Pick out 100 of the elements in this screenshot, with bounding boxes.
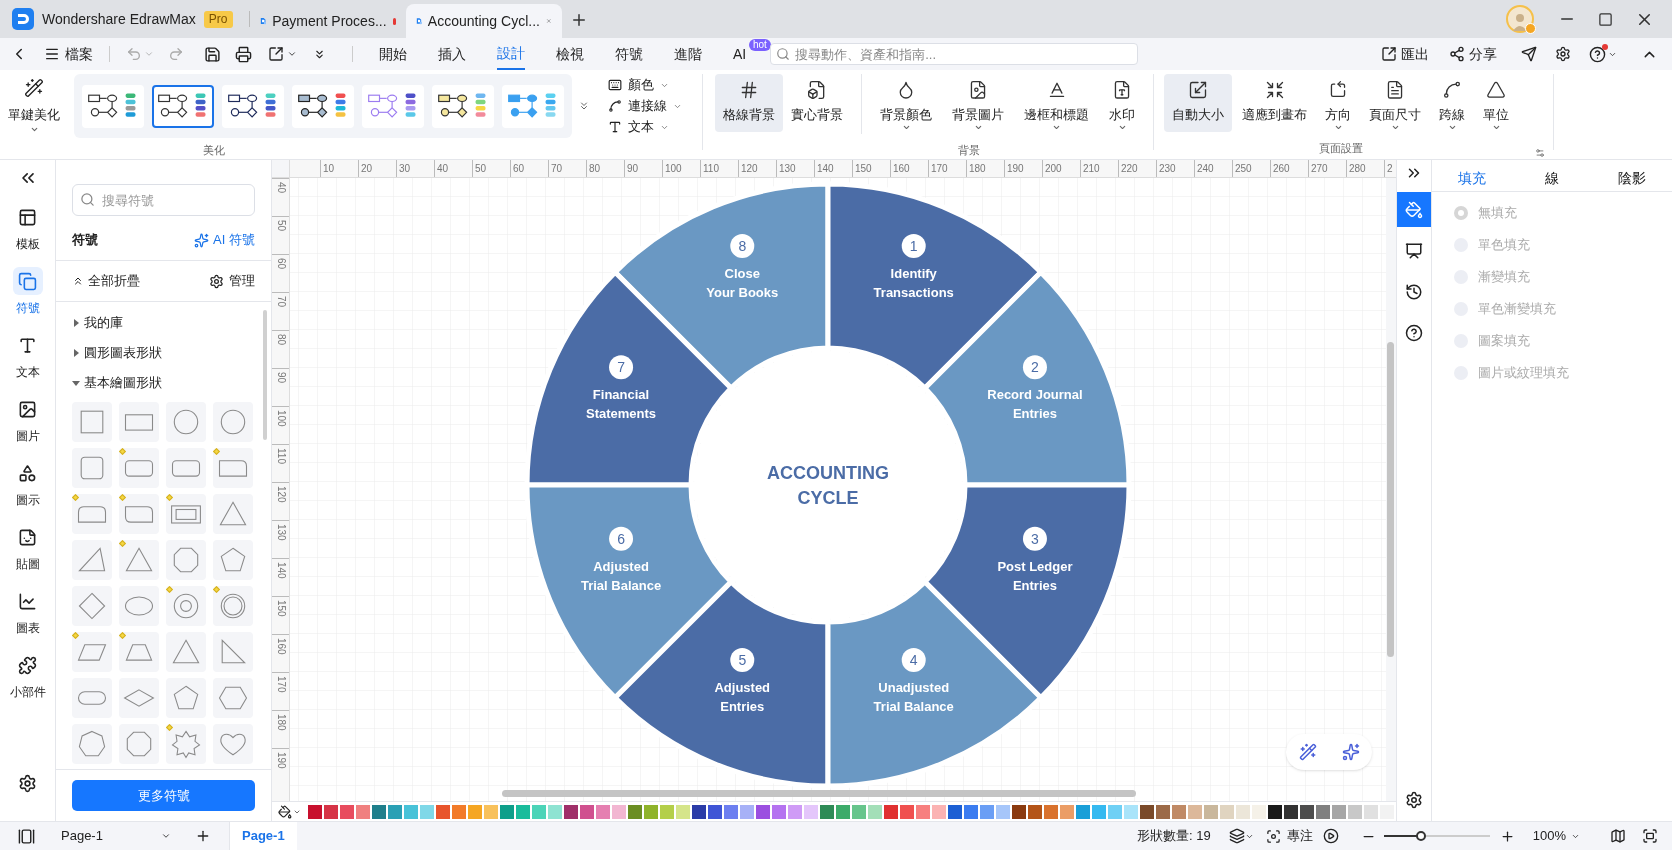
- menu-tab[interactable]: 插入: [438, 38, 466, 70]
- group-label: 背景: [958, 143, 980, 158]
- ruler-label: 10: [320, 160, 358, 177]
- shape-count: 形狀數量: 19: [1137, 827, 1211, 846]
- sidebar-item[interactable]: 符號: [4, 262, 51, 322]
- category-item[interactable]: 基本繪圖形狀: [72, 368, 162, 398]
- ruler-label: 230: [1156, 160, 1194, 177]
- ruler-label: 140: [814, 160, 852, 177]
- sidebar-item[interactable]: 圖示: [4, 454, 51, 514]
- step-label: Close Your Books: [706, 266, 779, 301]
- sidebar-item[interactable]: 貼圖: [4, 518, 51, 578]
- ribbon-button[interactable]: 自動大小: [1164, 74, 1232, 132]
- ruler-label: 120: [272, 482, 289, 520]
- ribbon-button[interactable]: 方向: [1317, 74, 1359, 132]
- share-button[interactable]: 分享: [1449, 43, 1497, 65]
- ruler-label: 160: [890, 160, 928, 177]
- diagram-title: ACCOUNTING CYCLE: [767, 463, 889, 508]
- symbol-search-field[interactable]: 搜尋符號: [72, 184, 255, 216]
- ribbon-button[interactable]: 實心背景: [783, 74, 851, 132]
- ruler-label: 240: [1194, 160, 1232, 177]
- ruler-label: 40: [272, 178, 289, 216]
- document-tab[interactable]: Payment Proces...: [249, 4, 406, 38]
- more-symbols-button[interactable]: 更多符號: [72, 780, 255, 811]
- ai-symbol-button[interactable]: AI 符號: [194, 230, 255, 250]
- manage-button[interactable]: 管理: [209, 271, 255, 291]
- zoom-level-dropdown[interactable]: 100%: [1532, 826, 1580, 846]
- step-number-badge: 5: [730, 647, 755, 672]
- menu-tab[interactable]: 檢視: [556, 38, 584, 70]
- collapse-all-button[interactable]: 全部折疊: [72, 271, 140, 291]
- step-number-badge: 1: [901, 234, 926, 259]
- ruler-label: 130: [272, 520, 289, 558]
- group-label: 頁面設置: [1318, 141, 1363, 156]
- ruler-label: 170: [272, 672, 289, 710]
- app-tab[interactable]: Wondershare EdrawMax Pro: [12, 2, 249, 36]
- one-click-beautify-button[interactable]: 單鍵美化: [6, 74, 62, 134]
- page-tab[interactable]: Page-1: [229, 821, 297, 850]
- ribbon-button[interactable]: 格線背景: [715, 74, 783, 132]
- sidebar-item[interactable]: 模板: [4, 198, 51, 258]
- ruler-label: 200: [1042, 160, 1080, 177]
- sidebar-item[interactable]: 文本: [4, 326, 51, 386]
- step-number-badge: 8: [730, 234, 755, 259]
- step-number-badge: 6: [609, 526, 634, 551]
- sidebar-item[interactable]: 圖片: [4, 390, 51, 450]
- ruler-label: 190: [1004, 160, 1042, 177]
- step-label: Unadjusted Trial Balance: [873, 679, 954, 714]
- ruler-label: 100: [272, 406, 289, 444]
- step-number-badge: 3: [1022, 526, 1047, 551]
- step-label: Adjusted Entries: [714, 679, 771, 714]
- focus-button[interactable]: 專注: [1265, 826, 1313, 846]
- property-tab[interactable]: 陰影: [1592, 166, 1672, 191]
- app-name: Wondershare EdrawMax: [42, 9, 196, 29]
- ribbon-button[interactable]: 頁面尺寸: [1361, 74, 1429, 132]
- ribbon-button[interactable]: 適應到畫布: [1234, 74, 1315, 132]
- export-button[interactable]: 匯出: [1381, 43, 1429, 65]
- step-number-badge: 2: [1022, 355, 1047, 380]
- ruler-label: 180: [272, 710, 289, 748]
- file-menu[interactable]: 檔案: [44, 43, 93, 65]
- search-field[interactable]: 搜尋動作、資產和指南...: [770, 43, 1139, 65]
- format-menu[interactable]: 文本: [608, 118, 682, 136]
- menu-tab[interactable]: AI: [733, 38, 747, 70]
- step-number-badge: 4: [901, 647, 926, 672]
- page-selector[interactable]: Page-1: [61, 826, 171, 846]
- menu-tab[interactable]: 進階: [674, 38, 702, 70]
- ribbon-button[interactable]: 跨線: [1431, 74, 1473, 132]
- step-label: Record Journal Entries: [987, 387, 1083, 422]
- ruler-label: 130: [776, 160, 814, 177]
- format-menu[interactable]: 連接線: [608, 97, 682, 115]
- ruler-label: 140: [272, 558, 289, 596]
- ruler-label: 30: [396, 160, 434, 177]
- ribbon-button[interactable]: 背景圖片: [944, 74, 1012, 132]
- category-item[interactable]: 我的庫: [72, 308, 123, 338]
- menu-tab[interactable]: 符號: [615, 38, 643, 70]
- document-tab[interactable]: Accounting Cycl...: [405, 4, 562, 38]
- property-tab[interactable]: 填充: [1432, 166, 1512, 191]
- ruler-label: 70: [548, 160, 586, 177]
- pro-badge: Pro: [203, 10, 233, 28]
- sidebar-item[interactable]: 圖表: [4, 582, 51, 642]
- ruler-label: 20: [358, 160, 396, 177]
- sidebar-item[interactable]: 小部件: [4, 646, 51, 706]
- ruler-label: 50: [272, 216, 289, 254]
- step-number-badge: 7: [609, 355, 634, 380]
- ruler-label: 80: [272, 330, 289, 368]
- ruler-label: 190: [272, 748, 289, 786]
- ribbon-button[interactable]: 單位: [1475, 74, 1517, 132]
- format-menu[interactable]: 顏色: [608, 76, 682, 94]
- step-label: Financial Statements: [586, 387, 657, 422]
- ruler-label: 110: [700, 160, 738, 177]
- ribbon-button[interactable]: 邊框和標題: [1016, 74, 1097, 132]
- ruler-label: 280: [1346, 160, 1384, 177]
- menu-tab[interactable]: 開始: [379, 38, 407, 70]
- ribbon-button[interactable]: 背景顏色: [872, 74, 940, 132]
- ruler-label: 80: [586, 160, 624, 177]
- category-item[interactable]: 圓形圖表形狀: [72, 338, 162, 368]
- property-tab[interactable]: 線: [1512, 166, 1592, 191]
- ruler-label: 180: [966, 160, 1004, 177]
- ruler-label: 220: [1118, 160, 1156, 177]
- ruler-label: 90: [624, 160, 662, 177]
- ribbon-button[interactable]: 水印: [1101, 74, 1143, 132]
- ruler-label: 250: [1232, 160, 1270, 177]
- ruler-label: 2: [1384, 160, 1396, 177]
